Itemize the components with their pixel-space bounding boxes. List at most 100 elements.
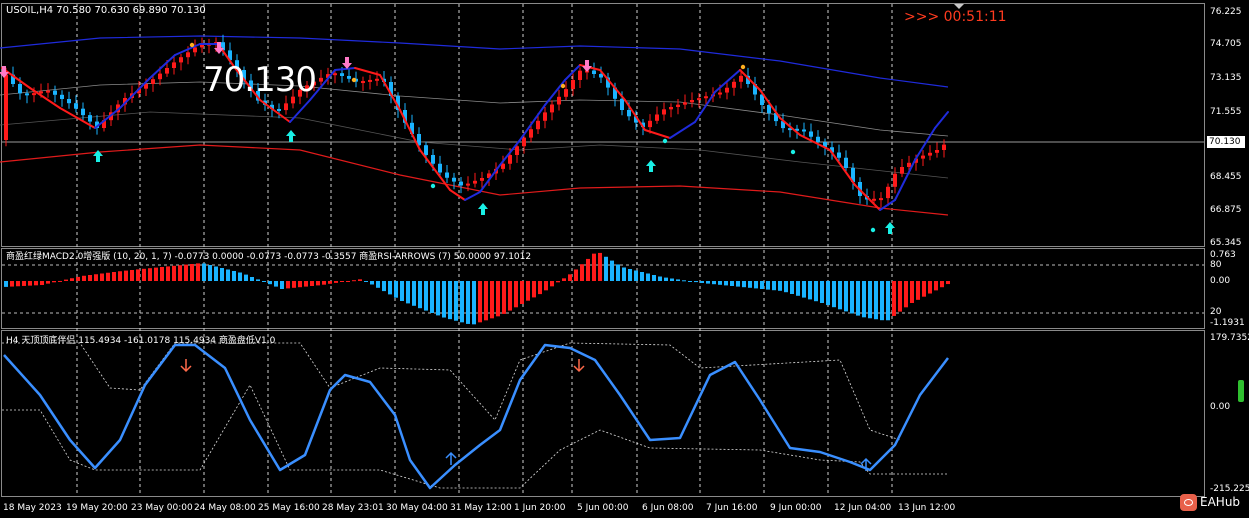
- macd-histogram-bar: [22, 281, 26, 286]
- candle-body: [844, 157, 848, 168]
- macd-histogram-bar: [70, 278, 74, 281]
- time-axis-label: 6 Jun 08:00: [642, 503, 694, 513]
- macd-histogram-bar: [736, 281, 740, 287]
- candle-body: [557, 96, 561, 105]
- macd-histogram-bar: [418, 281, 422, 309]
- macd-histogram-bar: [412, 281, 416, 306]
- candle-body: [284, 103, 288, 111]
- candle-body: [466, 183, 470, 186]
- macd-histogram-bar: [586, 258, 590, 281]
- candle-body: [564, 89, 568, 97]
- oscillator-lower-envelope: [2, 384, 948, 489]
- macd-histogram-bar: [556, 281, 560, 283]
- time-axis-label: 30 May 04:00: [386, 503, 448, 513]
- macd-histogram-bar: [856, 281, 860, 316]
- macd-histogram-bar: [130, 270, 134, 281]
- candle-body: [536, 120, 540, 130]
- osc-axis-label: 179.7352: [1210, 333, 1249, 343]
- macd-histogram-bar: [274, 281, 278, 287]
- macd-histogram-bar: [766, 281, 770, 290]
- macd-histogram-bar: [910, 281, 914, 303]
- macd-histogram-bar: [28, 281, 32, 286]
- macd-histogram-bar: [88, 275, 92, 281]
- macd-histogram-bar: [868, 281, 872, 319]
- macd-histogram-bar: [730, 281, 734, 286]
- macd-histogram-bar: [46, 281, 50, 284]
- macd-histogram-bar: [826, 281, 830, 306]
- big-price-display: 70.130: [203, 60, 317, 100]
- macd-axis-label: -1.1931: [1210, 318, 1245, 328]
- macd-histogram-bar: [232, 271, 236, 281]
- candle-body: [669, 107, 673, 110]
- macd-histogram-bar: [862, 281, 866, 318]
- signal-dot: [870, 227, 876, 233]
- candle-body: [158, 73, 162, 80]
- macd-histogram-bar: [382, 281, 386, 292]
- macd-histogram-bar: [622, 267, 626, 281]
- trend-curve-segment: [599, 69, 626, 101]
- osc-sell-arrow-icon: [573, 359, 585, 373]
- candle-body: [193, 47, 197, 53]
- macd-histogram-bar: [316, 281, 320, 286]
- eahub-watermark: EAHub: [1180, 493, 1240, 511]
- time-axis-label: 19 May 20:00: [66, 503, 128, 513]
- price-axis-label: 65.345: [1210, 238, 1242, 248]
- candle-body: [921, 155, 925, 159]
- candle-body: [571, 80, 575, 90]
- macd-histogram-bar: [58, 280, 62, 282]
- macd-histogram-bar: [196, 263, 200, 281]
- macd-axis-label: 20: [1210, 307, 1222, 317]
- candle-body: [165, 68, 169, 74]
- candle-body: [172, 62, 176, 68]
- macd-histogram-bar: [208, 265, 212, 281]
- macd-histogram-bar: [532, 281, 536, 298]
- candle-body: [935, 150, 939, 153]
- candle-body: [592, 70, 596, 74]
- oscillator-upper-envelope: [2, 342, 901, 441]
- macd-histogram-bar: [568, 274, 572, 281]
- candle-body: [872, 198, 876, 201]
- macd-histogram-bar: [136, 269, 140, 281]
- candle-body: [550, 104, 554, 113]
- trend-curve-segment: [449, 189, 466, 201]
- macd-histogram-bar: [388, 281, 392, 295]
- macd-histogram-bar: [688, 281, 692, 282]
- candle-body: [431, 155, 435, 164]
- trend-curve-segment: [934, 111, 949, 129]
- macd-histogram-bar: [598, 252, 602, 281]
- candle-body: [74, 103, 78, 109]
- macd-histogram-bar: [94, 274, 98, 281]
- macd-histogram-bar: [214, 266, 218, 281]
- candle-body: [368, 79, 372, 82]
- macd-histogram-bar: [400, 281, 404, 301]
- buy-signal-arrow-icon: [286, 130, 296, 142]
- macd-histogram-bar: [634, 270, 638, 281]
- macd-histogram-bar: [106, 272, 110, 281]
- candle-body: [683, 102, 687, 105]
- trend-curve-segment: [464, 191, 481, 201]
- time-axis-label: 12 Jun 04:00: [834, 503, 892, 513]
- macd-histogram-bar: [340, 281, 344, 282]
- trend-curve-segment: [669, 121, 696, 139]
- candle-body: [319, 77, 323, 82]
- price-axis-label: 76.225: [1210, 7, 1242, 17]
- candle-body: [347, 76, 351, 79]
- macd-histogram-bar: [442, 281, 446, 318]
- candle-body: [704, 96, 708, 99]
- candle-body: [480, 178, 484, 181]
- candle-body: [907, 162, 911, 167]
- macd-histogram-bar: [538, 281, 542, 295]
- macd-histogram-bar: [4, 281, 8, 287]
- macd-histogram-bar: [844, 281, 848, 312]
- macd-histogram-bar: [646, 273, 650, 281]
- candle-body: [725, 87, 729, 93]
- time-axis-label: 9 Jun 00:00: [770, 503, 822, 513]
- time-axis-label: 5 Jun 00:00: [577, 503, 629, 513]
- candle-body: [522, 137, 526, 147]
- macd-histogram-bar: [790, 281, 794, 294]
- time-axis-label: 25 May 16:00: [258, 503, 320, 513]
- candle-body: [543, 112, 547, 121]
- macd-histogram-bar: [472, 281, 476, 325]
- macd-histogram-bar: [784, 281, 788, 293]
- macd-histogram-bar: [334, 281, 338, 283]
